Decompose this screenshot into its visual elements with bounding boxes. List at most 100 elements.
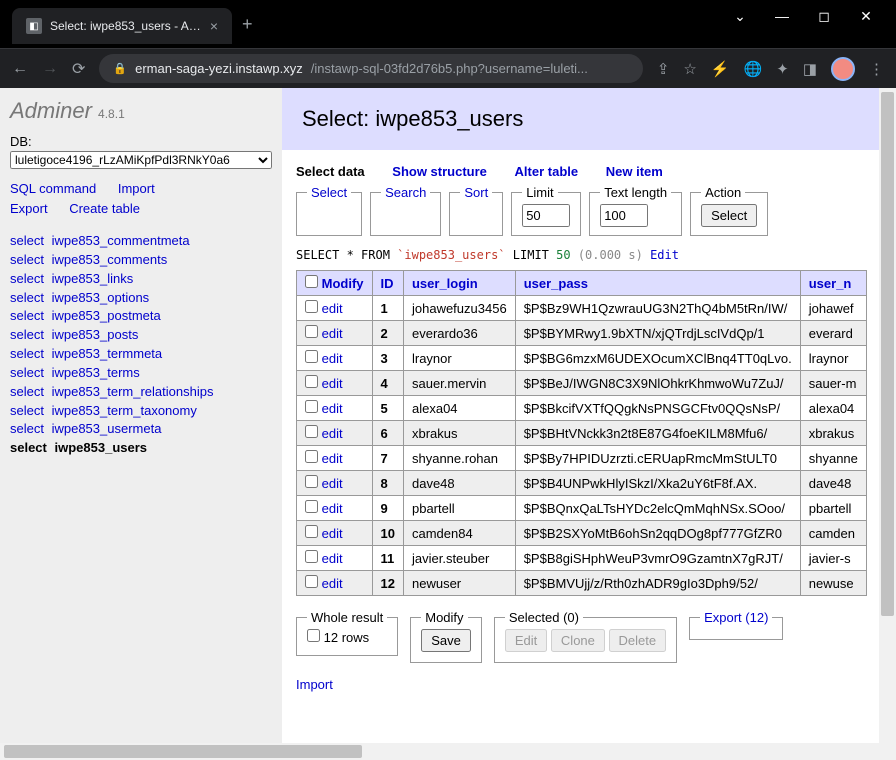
db-select[interactable]: luletigoce4196_rLzAMiKpfPdl3RNkY0a6 bbox=[10, 151, 272, 169]
rows-checkbox[interactable] bbox=[307, 629, 320, 642]
table-select-link[interactable]: select bbox=[10, 440, 47, 455]
table-row: edit 9 pbartell $P$BQnxQaLTsHYDc2elcQmMq… bbox=[297, 496, 867, 521]
export-link[interactable]: Export bbox=[10, 199, 48, 219]
extensions-icon[interactable]: ✦ bbox=[776, 60, 789, 78]
star-icon[interactable]: ☆ bbox=[683, 60, 696, 78]
globe-icon[interactable]: 🌐 bbox=[744, 60, 763, 78]
window-close-icon[interactable]: ✕ bbox=[856, 8, 876, 25]
panel-icon[interactable]: ◨ bbox=[803, 60, 817, 78]
col-modify[interactable]: Modify bbox=[322, 276, 364, 291]
reload-icon[interactable]: ⟳ bbox=[72, 59, 85, 79]
row-edit-link[interactable]: edit bbox=[322, 376, 343, 391]
table-name-link[interactable]: iwpe853_term_taxonomy bbox=[52, 403, 197, 418]
share-icon[interactable]: ⇪ bbox=[657, 60, 670, 78]
table-select-link[interactable]: select bbox=[10, 384, 44, 399]
rows-checkbox-label[interactable]: 12 rows bbox=[307, 630, 369, 645]
row-edit-link[interactable]: edit bbox=[322, 326, 343, 341]
search-legend[interactable]: Search bbox=[381, 185, 430, 200]
table-name-link[interactable]: iwpe853_termmeta bbox=[52, 346, 163, 361]
row-edit-link[interactable]: edit bbox=[322, 426, 343, 441]
edit-button[interactable]: Edit bbox=[505, 629, 547, 652]
nav-select-data[interactable]: Select data bbox=[296, 164, 365, 179]
row-edit-link[interactable]: edit bbox=[322, 451, 343, 466]
table-select-link[interactable]: select bbox=[10, 252, 44, 267]
cell-user-pass: $P$BeJ/IWGN8C3X9NlOhkrKhmwoWu7ZuJ/ bbox=[515, 371, 800, 396]
new-tab-button[interactable]: + bbox=[242, 14, 253, 35]
table-select-link[interactable]: select bbox=[10, 308, 44, 323]
nav-alter-table[interactable]: Alter table bbox=[515, 164, 579, 179]
browser-tab[interactable]: ◧ Select: iwpe853_users - Adminer × bbox=[12, 8, 232, 44]
sql-command-link[interactable]: SQL command bbox=[10, 179, 96, 199]
save-button[interactable]: Save bbox=[421, 629, 471, 652]
row-edit-link[interactable]: edit bbox=[322, 351, 343, 366]
table-name-link[interactable]: iwpe853_options bbox=[52, 290, 150, 305]
table-select-link[interactable]: select bbox=[10, 327, 44, 342]
row-checkbox[interactable] bbox=[305, 475, 318, 488]
table-name-link[interactable]: iwpe853_posts bbox=[52, 327, 139, 342]
row-edit-link[interactable]: edit bbox=[322, 301, 343, 316]
row-checkbox[interactable] bbox=[305, 400, 318, 413]
export-legend[interactable]: Export (12) bbox=[700, 610, 772, 625]
create-table-link[interactable]: Create table bbox=[69, 199, 140, 219]
sort-legend[interactable]: Sort bbox=[460, 185, 492, 200]
limit-input[interactable] bbox=[522, 204, 570, 227]
table-row: edit 6 xbrakus $P$BHtVNckk3n2t8E87G4foeK… bbox=[297, 421, 867, 446]
back-icon[interactable]: ← bbox=[12, 60, 28, 78]
row-edit-link[interactable]: edit bbox=[322, 501, 343, 516]
table-row: edit 10 camden84 $P$B2SXYoMtB6ohSn2qqDOg… bbox=[297, 521, 867, 546]
select-legend[interactable]: Select bbox=[307, 185, 351, 200]
row-checkbox[interactable] bbox=[305, 375, 318, 388]
textlen-input[interactable] bbox=[600, 204, 648, 227]
forward-icon[interactable]: → bbox=[42, 60, 58, 78]
result-footer: Whole result 12 rows Modify Save Selecte… bbox=[282, 610, 896, 677]
row-edit-link[interactable]: edit bbox=[322, 576, 343, 591]
clone-button[interactable]: Clone bbox=[551, 629, 605, 652]
table-name-link[interactable]: iwpe853_usermeta bbox=[52, 421, 162, 436]
url-input[interactable]: 🔒 erman-saga-yezi.instawp.xyz/instawp-sq… bbox=[99, 54, 642, 83]
row-checkbox[interactable] bbox=[305, 300, 318, 313]
table-name-link[interactable]: iwpe853_term_relationships bbox=[52, 384, 214, 399]
select-button[interactable] bbox=[701, 204, 757, 227]
table-select-link[interactable]: select bbox=[10, 403, 44, 418]
table-select-link[interactable]: select bbox=[10, 421, 44, 436]
profile-avatar[interactable] bbox=[831, 57, 855, 81]
row-checkbox[interactable] bbox=[305, 350, 318, 363]
bolt-icon[interactable]: ⚡ bbox=[711, 60, 730, 78]
table-select-link[interactable]: select bbox=[10, 271, 44, 286]
row-edit-link[interactable]: edit bbox=[322, 401, 343, 416]
nav-show-structure[interactable]: Show structure bbox=[392, 164, 487, 179]
import-results-link[interactable]: Import bbox=[296, 677, 333, 692]
row-checkbox[interactable] bbox=[305, 525, 318, 538]
row-checkbox[interactable] bbox=[305, 450, 318, 463]
row-checkbox[interactable] bbox=[305, 575, 318, 588]
row-checkbox[interactable] bbox=[305, 500, 318, 513]
cell-id: 9 bbox=[372, 496, 403, 521]
dropdown-icon[interactable]: ⌄ bbox=[730, 8, 750, 25]
table-select-link[interactable]: select bbox=[10, 346, 44, 361]
select-all-checkbox[interactable] bbox=[305, 275, 318, 288]
row-edit-link[interactable]: edit bbox=[322, 551, 343, 566]
row-checkbox[interactable] bbox=[305, 425, 318, 438]
row-edit-link[interactable]: edit bbox=[322, 476, 343, 491]
table-select-link[interactable]: select bbox=[10, 290, 44, 305]
table-select-link[interactable]: select bbox=[10, 233, 44, 248]
menu-icon[interactable]: ⋮ bbox=[869, 60, 884, 78]
minimize-icon[interactable]: — bbox=[772, 8, 792, 25]
horizontal-scrollbar[interactable] bbox=[0, 743, 896, 760]
table-name-link[interactable]: iwpe853_postmeta bbox=[52, 308, 161, 323]
table-name-link[interactable]: iwpe853_comments bbox=[52, 252, 168, 267]
table-name-link[interactable]: iwpe853_terms bbox=[52, 365, 140, 380]
row-checkbox[interactable] bbox=[305, 325, 318, 338]
row-checkbox[interactable] bbox=[305, 550, 318, 563]
table-name-link[interactable]: iwpe853_links bbox=[52, 271, 134, 286]
table-name-link[interactable]: iwpe853_commentmeta bbox=[52, 233, 190, 248]
sql-edit-link[interactable]: Edit bbox=[650, 248, 679, 262]
table-select-link[interactable]: select bbox=[10, 365, 44, 380]
nav-new-item[interactable]: New item bbox=[606, 164, 663, 179]
maximize-icon[interactable]: ◻ bbox=[814, 8, 834, 25]
close-icon[interactable]: × bbox=[210, 18, 218, 34]
vertical-scrollbar[interactable] bbox=[879, 88, 896, 743]
row-edit-link[interactable]: edit bbox=[322, 526, 343, 541]
import-link[interactable]: Import bbox=[118, 179, 155, 199]
delete-button[interactable]: Delete bbox=[609, 629, 667, 652]
